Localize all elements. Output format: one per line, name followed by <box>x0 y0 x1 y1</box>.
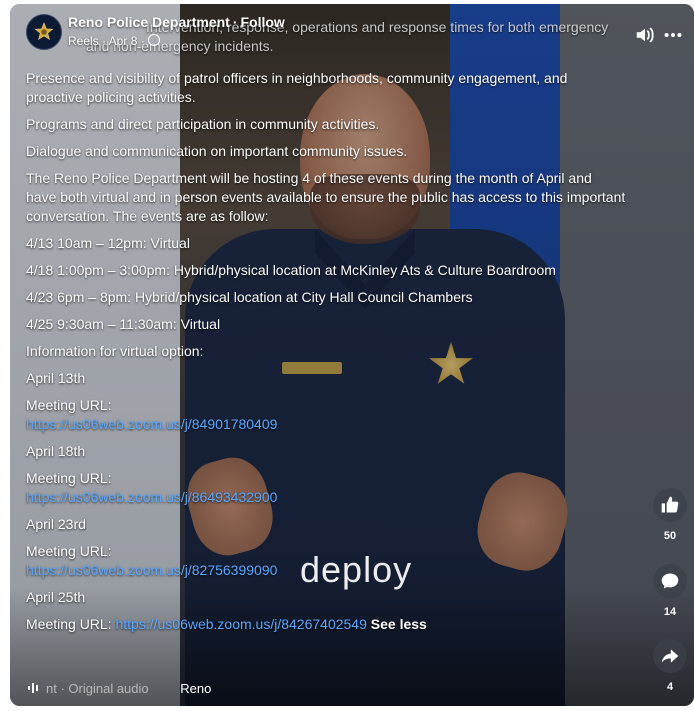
speaker-icon <box>636 27 654 43</box>
comment-button[interactable] <box>653 564 687 598</box>
more-dots-icon <box>664 32 682 38</box>
caption-meeting-label-4: Meeting URL: <box>26 616 112 632</box>
caption-event-1: 4/13 10am – 12pm: Virtual <box>26 235 190 251</box>
meeting-link-4[interactable]: https://us06web.zoom.us/j/84267402549 <box>115 616 366 632</box>
caption-event-4: 4/25 9:30am – 11:30am: Virtual <box>26 316 221 332</box>
caption-programs: Programs and direct participation in com… <box>26 116 380 132</box>
share-button[interactable] <box>653 639 687 673</box>
reel-caption: Intervention, response, operations and r… <box>26 18 626 634</box>
caption-date-3: April 23rd <box>26 516 86 532</box>
page-name-line: Reno Police Department · Follow <box>68 14 285 30</box>
audio-label: · Original audio <box>60 681 149 696</box>
caption-event-3: 4/23 6pm – 8pm: Hybrid/physical location… <box>26 289 473 305</box>
thumbs-up-icon <box>661 496 679 513</box>
police-star-icon <box>34 22 54 41</box>
see-less-button[interactable]: See less <box>371 616 427 632</box>
meeting-link-3[interactable]: https://us06web.zoom.us/j/82756399090 <box>26 562 277 578</box>
page-avatar[interactable] <box>26 14 62 50</box>
audio-wave-icon <box>28 683 38 693</box>
reel-meta-text: Reels · Apr 8 · <box>68 34 145 48</box>
share-arrow-icon <box>661 649 679 663</box>
caption-meeting-label-2: Meeting URL: <box>26 470 112 486</box>
follow-button[interactable]: Follow <box>241 14 285 30</box>
audio-attribution[interactable]: nt · Original audio Reno <box>28 681 211 696</box>
caption-info-virtual: Information for virtual option: <box>26 343 204 359</box>
header-separator: · <box>232 14 238 30</box>
audio-faded-text: nt <box>46 681 57 696</box>
like-button[interactable] <box>653 488 687 522</box>
comment-action: 14 <box>650 564 690 618</box>
share-count: 4 <box>666 681 674 693</box>
audio-author: Reno <box>180 681 212 696</box>
caption-event-2: 4/18 1:00pm – 3:00pm: Hybrid/physical lo… <box>26 262 556 278</box>
like-action: 50 <box>650 488 690 542</box>
globe-icon <box>147 34 160 46</box>
sound-button[interactable] <box>634 24 656 46</box>
meeting-link-1[interactable]: https://us06web.zoom.us/j/84901780409 <box>26 416 277 432</box>
caption-date-2: April 18th <box>26 443 86 459</box>
caption-dialogue: Dialogue and communication on important … <box>26 143 408 159</box>
caption-meeting-line-4: Meeting URL: https://us06web.zoom.us/j/8… <box>26 615 626 634</box>
reel-video-player[interactable]: Intervention, response, operations and r… <box>10 4 694 706</box>
meeting-link-2[interactable]: https://us06web.zoom.us/j/86493432900 <box>26 489 277 505</box>
like-count: 50 <box>663 530 677 542</box>
reel-meta: Reels · Apr 8 · <box>68 34 160 48</box>
caption-events: The Reno Police Department will be hosti… <box>26 170 626 224</box>
comment-count: 14 <box>663 606 677 618</box>
caption-meeting-label-1: Meeting URL: <box>26 397 112 413</box>
share-action: 4 <box>650 639 690 693</box>
video-overlay-text: deploy <box>300 549 413 590</box>
more-options-button[interactable] <box>662 24 686 46</box>
comment-bubble-icon <box>661 573 679 589</box>
page-name[interactable]: Reno Police Department <box>68 14 230 30</box>
caption-date-1: April 13th <box>26 370 86 386</box>
caption-patrol: Presence and visibility of patrol office… <box>26 70 568 105</box>
